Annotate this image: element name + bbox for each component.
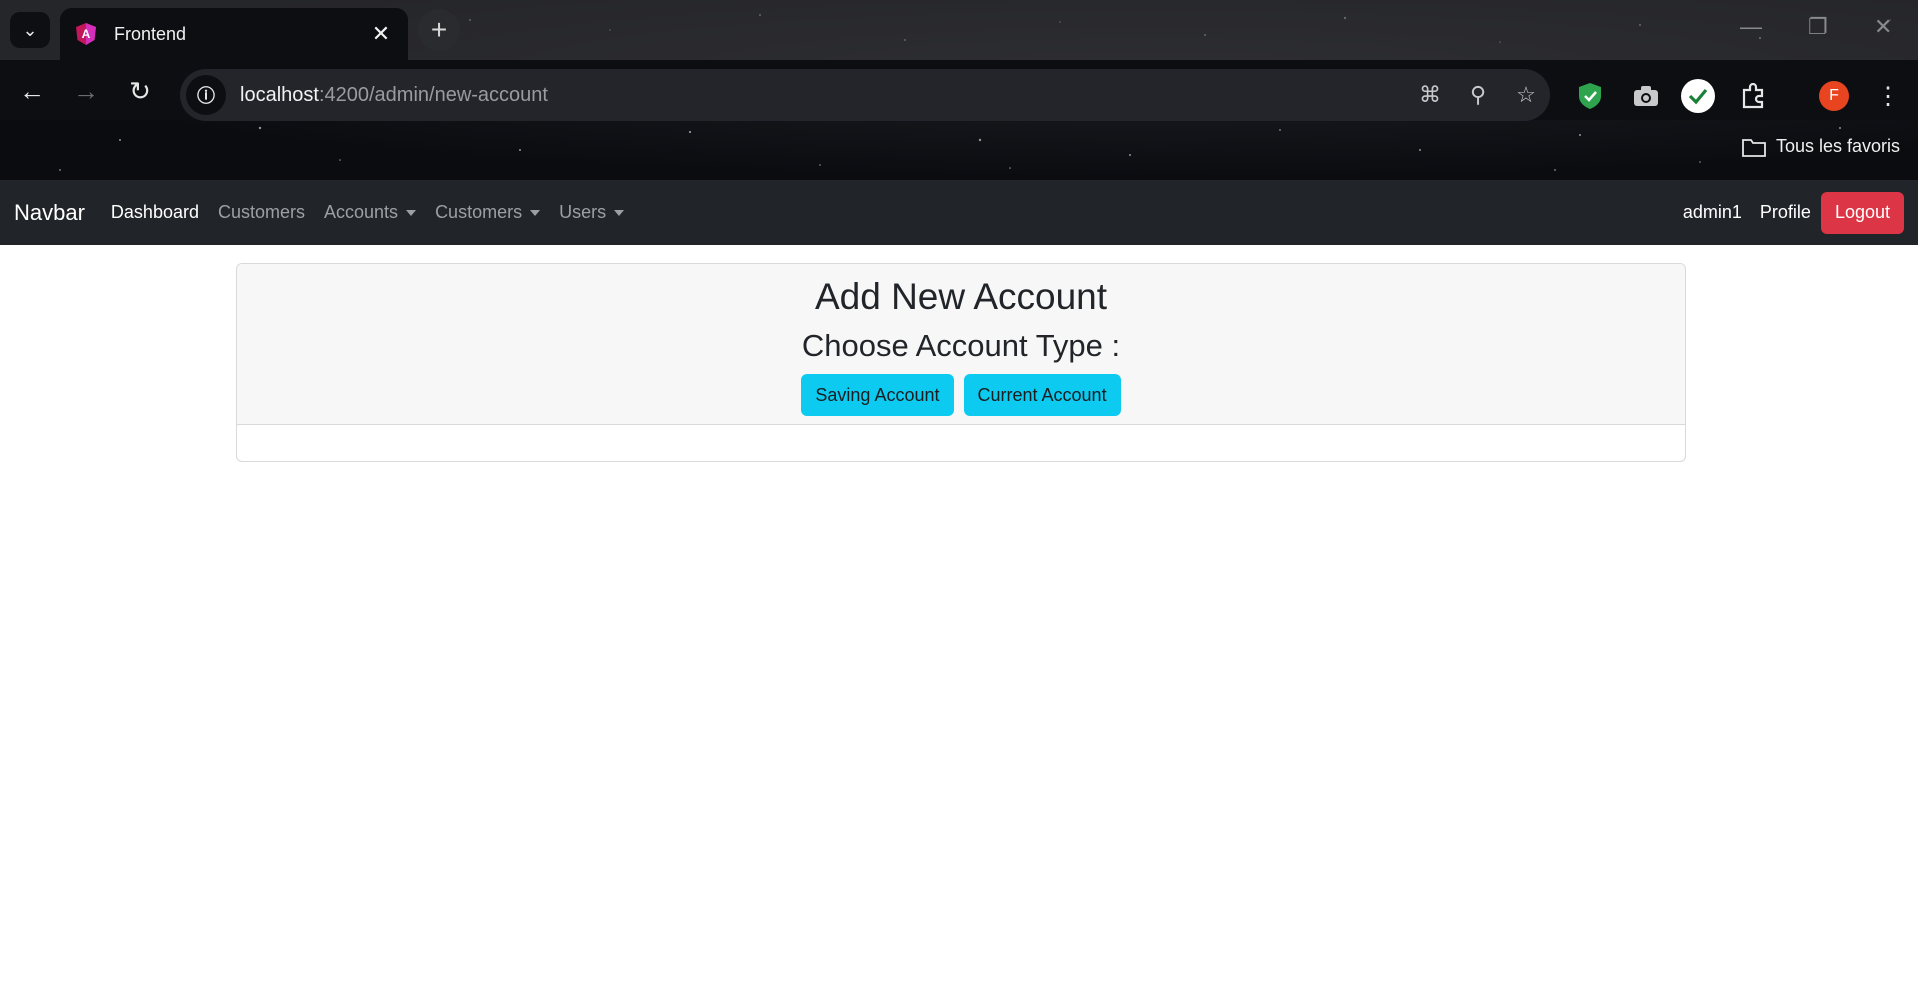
- logout-button[interactable]: Logout: [1820, 191, 1904, 234]
- profile-initial: F: [1819, 81, 1849, 111]
- nav-customers-dropdown[interactable]: Customers: [435, 202, 541, 223]
- restore-icon[interactable]: ❐: [1808, 14, 1828, 40]
- card-body: [237, 425, 1685, 461]
- navbar-brand[interactable]: Navbar: [14, 200, 85, 226]
- plus-icon[interactable]: +: [418, 9, 460, 51]
- check-extension-icon[interactable]: [1680, 78, 1716, 114]
- caret-down-icon: [406, 209, 417, 216]
- new-account-card: Add New Account Choose Account Type : Sa…: [236, 263, 1686, 462]
- current-account-button[interactable]: Current Account: [963, 374, 1121, 416]
- translate-icon[interactable]: ⌘: [1406, 82, 1454, 108]
- nav-accounts-label: Accounts: [324, 202, 399, 222]
- zoom-out-icon[interactable]: ⚲: [1454, 82, 1502, 108]
- folder-icon: [1742, 138, 1766, 157]
- browser-chrome: ⌄ A Frontend ✕ + — ❐ ✕ ← → ↻ ⓘ localhost…: [0, 0, 1918, 180]
- saving-account-button[interactable]: Saving Account: [801, 374, 954, 416]
- svg-text:A: A: [82, 27, 91, 41]
- account-type-heading: Choose Account Type :: [801, 328, 1121, 363]
- caret-down-icon: [614, 209, 625, 216]
- nav-dashboard[interactable]: Dashboard: [111, 202, 199, 223]
- angular-icon: A: [76, 23, 96, 45]
- window-close-icon[interactable]: ✕: [1874, 14, 1892, 40]
- puzzle-icon[interactable]: [1736, 78, 1772, 114]
- bookmarks-label: Tous les favoris: [1775, 136, 1900, 156]
- minimize-icon[interactable]: —: [1740, 14, 1762, 40]
- arrow-right-icon[interactable]: →: [68, 76, 104, 107]
- card-header: Add New Account Choose Account Type : Sa…: [237, 264, 1685, 425]
- address-bar[interactable]: ⓘ localhost:4200/admin/new-account ⌘ ⚲ ☆: [180, 69, 1550, 121]
- caret-down-icon: [530, 209, 541, 216]
- all-bookmarks[interactable]: Tous les favoris: [1742, 136, 1900, 157]
- chevron-down-icon[interactable]: ⌄: [10, 12, 50, 48]
- close-icon[interactable]: ✕: [368, 21, 394, 47]
- nav-profile[interactable]: Profile: [1760, 202, 1811, 223]
- nav-accounts-dropdown[interactable]: Accounts: [324, 202, 417, 223]
- nav-username[interactable]: admin1: [1683, 202, 1742, 223]
- nav-users-dropdown[interactable]: Users: [559, 202, 625, 223]
- app-navbar: Navbar Dashboard Customers Accounts Cust…: [0, 180, 1918, 245]
- tab-title: Frontend: [114, 23, 187, 44]
- url-text[interactable]: localhost:4200/admin/new-account: [240, 84, 1406, 107]
- star-icon[interactable]: ☆: [1502, 82, 1550, 108]
- nav-customers[interactable]: Customers: [218, 202, 305, 223]
- camera-icon[interactable]: [1628, 78, 1664, 114]
- nav-users-label: Users: [559, 202, 607, 222]
- page-title: Add New Account: [814, 276, 1108, 317]
- shield-extension-icon[interactable]: [1572, 78, 1608, 114]
- url-host: localhost: [240, 83, 319, 106]
- url-path: :4200/admin/new-account: [318, 83, 548, 106]
- arrow-left-icon[interactable]: ←: [14, 76, 50, 107]
- account-type-buttons: Saving Account Current Account: [801, 374, 1121, 416]
- nav-customers-dropdown-label: Customers: [435, 202, 523, 222]
- kebab-menu-icon[interactable]: ⋮: [1870, 78, 1906, 114]
- browser-tab[interactable]: A Frontend ✕: [60, 8, 408, 60]
- reload-icon[interactable]: ↻: [122, 76, 158, 107]
- info-icon[interactable]: ⓘ: [186, 75, 226, 115]
- avatar[interactable]: F: [1816, 78, 1852, 114]
